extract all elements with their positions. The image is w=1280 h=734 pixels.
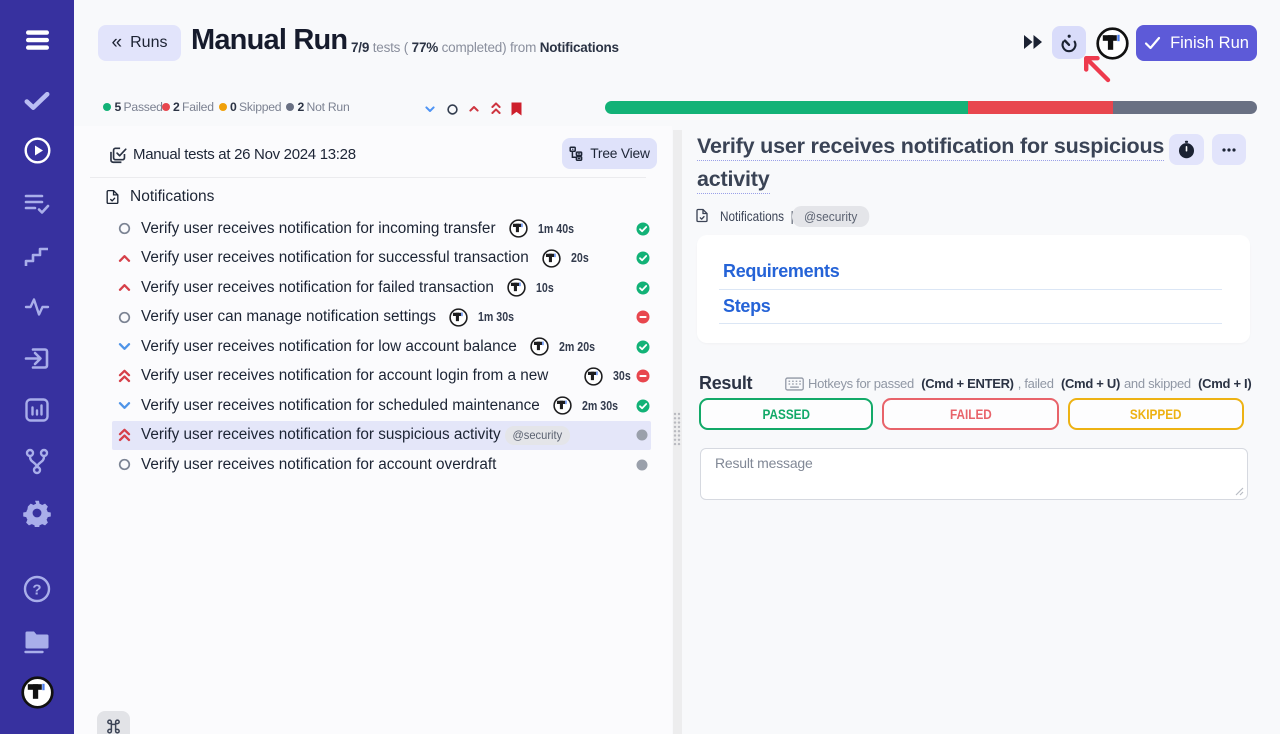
svg-text:?: ? [32,582,41,599]
